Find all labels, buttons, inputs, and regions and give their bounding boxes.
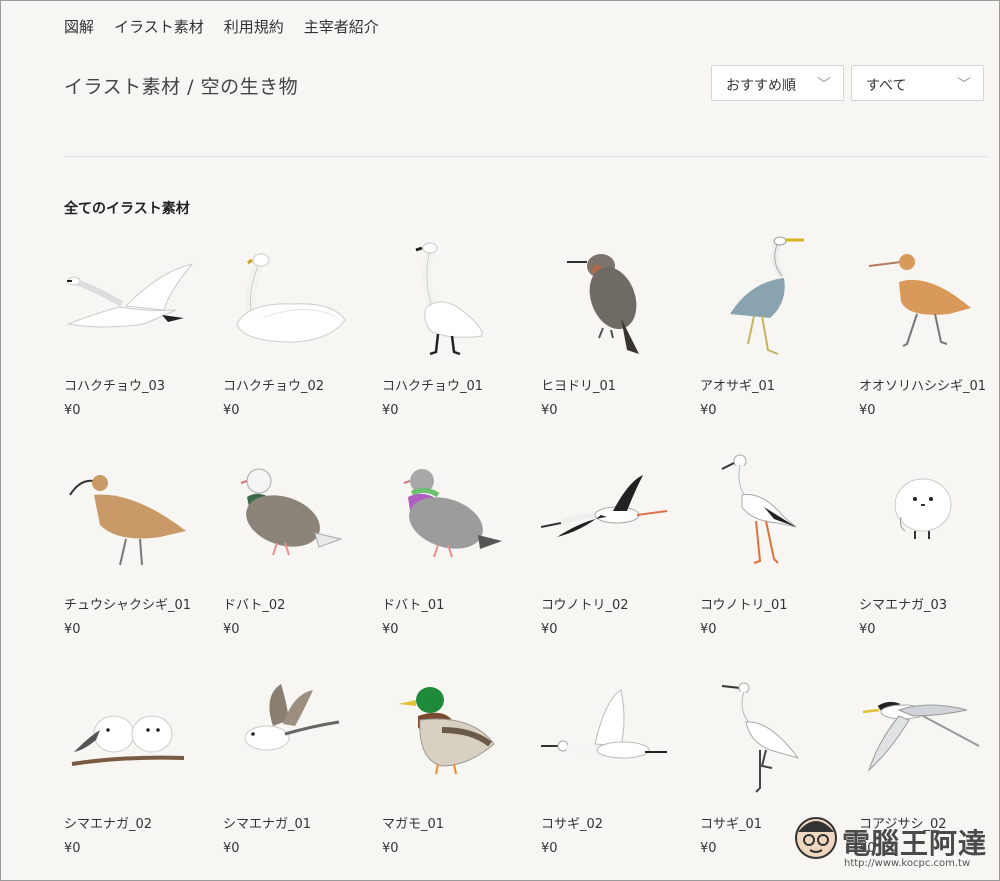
illustration-name: コサギ_02 [541,817,604,832]
illustration-price: ¥0 [700,403,717,418]
pigeon-icon [403,469,502,558]
nav-about[interactable]: 主宰者紹介 [304,16,379,37]
egret-flying-icon [541,689,667,759]
illustration-card[interactable]: シマエナガ_01 ¥0 [223,670,373,870]
nav-illustrations[interactable]: イラスト素材 [114,16,204,37]
illustration-card[interactable]: チュウシャクシギ_01 ¥0 [64,451,214,651]
mascot-icon [795,817,837,859]
illustration-card[interactable]: ドバト_02 ¥0 [223,451,373,651]
illustration-name: ヒヨドリ_01 [541,379,617,394]
illustration-price: ¥0 [64,403,81,418]
illustration-card[interactable]: ドバト_01 ¥0 [382,451,532,651]
illustration-price: ¥0 [382,403,399,418]
illustration-card[interactable]: コウノトリ_02 ¥0 [541,451,691,651]
illustration-price: ¥0 [64,841,81,856]
section-title: 全てのイラスト素材 [64,201,190,217]
long-tailed-tits-pair-icon [71,715,185,766]
illustration-price: ¥0 [700,841,717,856]
pigeon-icon [240,468,343,556]
filter-select[interactable]: すべて ﹀ [851,65,984,101]
illustration-price: ¥0 [223,841,240,856]
sort-select-value: おすすめ順 [726,78,796,94]
illustration-price: ¥0 [223,622,240,637]
illustration-card[interactable]: シマエナガ_02 ¥0 [64,670,214,870]
illustration-card[interactable]: コウノトリ_01 ¥0 [700,451,850,651]
grey-heron-icon [730,236,804,355]
illustration-card[interactable]: シマエナガ_03 ¥0 [859,451,1000,651]
illustration-card[interactable]: コハクチョウ_01 ¥0 [382,232,532,432]
filter-select-value: すべて [866,78,907,94]
illustration-price: ¥0 [382,622,399,637]
page-title: イラスト素材 / 空の生き物 [64,76,299,98]
illustration-name: シマエナガ_03 [859,598,948,613]
chevron-down-icon: ﹀ [957,77,971,93]
nav-diagrams[interactable]: 図解 [64,16,94,37]
watermark: 電腦王阿達 http://www.kocpc.com.tw [792,812,992,876]
swan-swimming-icon [236,253,346,343]
illustration-name: コハクチョウ_01 [382,379,484,394]
stork-flying-icon [541,475,668,537]
illustration-name: コハクチョウ_02 [223,379,325,394]
egret-standing-icon [721,682,800,793]
illustration-name: コウノトリ_01 [700,598,788,613]
illustration-name: オオソリハシシギ_01 [859,379,987,394]
illustration-card[interactable]: ヒヨドリ_01 ¥0 [541,232,691,432]
tern-icon [862,701,980,772]
watermark-text: 電腦王阿達 [842,827,988,860]
mallard-icon [398,687,495,775]
illustration-name: コサギ_01 [700,817,763,832]
illustration-name: チュウシャクシギ_01 [64,598,192,613]
long-tailed-tit-icon [894,478,952,539]
sort-select[interactable]: おすすめ順 ﹀ [711,65,844,101]
swan-flying-icon [66,263,194,328]
illustration-name: シマエナガ_02 [64,817,153,832]
illustration-card[interactable]: コハクチョウ_02 ¥0 [223,232,373,432]
illustration-name: コウノトリ_02 [541,598,629,613]
illustration-price: ¥0 [541,841,558,856]
stork-standing-icon [721,454,797,564]
godwit-icon [868,254,971,347]
illustration-price: ¥0 [859,403,876,418]
illustration-name: コハクチョウ_03 [64,379,166,394]
illustration-price: ¥0 [223,403,240,418]
divider [64,156,988,157]
illustration-card[interactable]: オオソリハシシギ_01 ¥0 [859,232,1000,432]
illustration-price: ¥0 [382,841,399,856]
watermark-url: http://www.kocpc.com.tw [844,858,971,869]
illustration-card[interactable]: マガモ_01 ¥0 [382,670,532,870]
long-tailed-tit-flying-icon [244,684,340,751]
whimbrel-icon [69,475,186,566]
chevron-down-icon: ﹀ [817,77,831,93]
illustration-card[interactable]: アオサギ_01 ¥0 [700,232,850,432]
illustration-name: ドバト_02 [223,598,286,613]
top-nav: 図解 イラスト素材 利用規約 主宰者紹介 [64,16,379,37]
bulbul-icon [567,254,639,354]
illustration-price: ¥0 [859,622,876,637]
illustration-name: シマエナガ_01 [223,817,312,832]
nav-terms[interactable]: 利用規約 [224,16,284,37]
illustration-name: ドバト_01 [382,598,445,613]
swan-standing-icon [415,242,483,356]
illustration-name: アオサギ_01 [700,379,776,394]
illustration-price: ¥0 [541,622,558,637]
illustration-card[interactable]: コハクチョウ_03 ¥0 [64,232,214,432]
illustration-price: ¥0 [700,622,717,637]
illustration-card[interactable]: コサギ_02 ¥0 [541,670,691,870]
illustration-name: マガモ_01 [382,817,445,832]
illustration-price: ¥0 [541,403,558,418]
illustration-price: ¥0 [64,622,81,637]
